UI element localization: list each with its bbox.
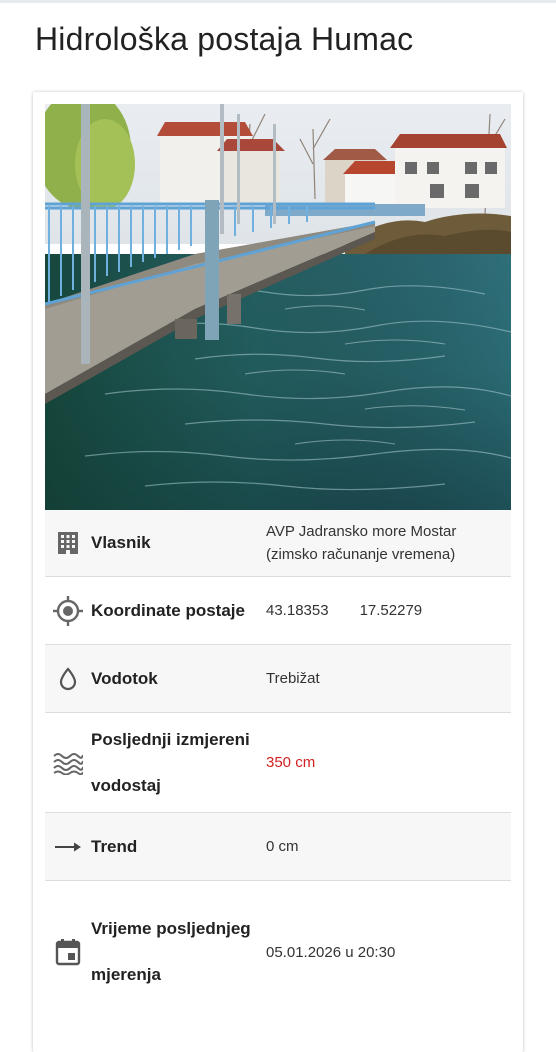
station-info-table: Vlasnik AVP Jadransko more Mostar (zimsk… bbox=[45, 510, 511, 1023]
location-target-icon bbox=[45, 595, 91, 626]
info-row-coordinates: Koordinate postaje 43.18353 17.52279 bbox=[45, 577, 511, 645]
coordinates-label: Koordinate postaje bbox=[91, 600, 245, 620]
owner-label: Vlasnik bbox=[91, 533, 151, 552]
arrow-right-icon bbox=[45, 840, 91, 854]
station-photo bbox=[45, 104, 511, 510]
watercourse-label: Vodotok bbox=[91, 668, 158, 688]
last-measurement-label: Vrijeme posljednjeg mjerenja bbox=[91, 919, 251, 984]
info-row-watercourse: Vodotok Trebižat bbox=[45, 645, 511, 713]
info-row-trend: Trend 0 cm bbox=[45, 813, 511, 881]
watercourse-value: Trebižat bbox=[266, 670, 320, 687]
building-icon bbox=[45, 531, 91, 555]
owner-value: AVP Jadransko more Mostar (zimsko računa… bbox=[266, 523, 457, 563]
water-level-label: Posljednji izmjereni vodostaj bbox=[91, 729, 250, 795]
calendar-icon bbox=[45, 938, 91, 966]
water-drop-icon bbox=[45, 666, 91, 691]
info-row-last-measurement: Vrijeme posljednjeg mjerenja 05.01.2026 … bbox=[45, 881, 511, 1023]
trend-value: 0 cm bbox=[266, 838, 299, 855]
station-card: Vlasnik AVP Jadransko more Mostar (zimsk… bbox=[33, 92, 523, 1052]
longitude-value: 17.52279 bbox=[359, 602, 423, 619]
coordinates-value: 43.18353 17.52279 bbox=[266, 599, 511, 622]
water-level-value: 350 cm bbox=[266, 754, 316, 771]
waves-icon bbox=[45, 751, 91, 775]
info-row-owner: Vlasnik AVP Jadransko more Mostar (zimsk… bbox=[45, 510, 511, 577]
page-title: Hidrološka postaja Humac bbox=[35, 21, 414, 57]
trend-label: Trend bbox=[91, 836, 138, 856]
latitude-value: 43.18353 bbox=[266, 602, 329, 619]
last-measurement-value: 05.01.2026 u 20:30 bbox=[266, 943, 396, 961]
info-row-water-level: Posljednji izmjereni vodostaj 350 cm bbox=[45, 713, 511, 813]
